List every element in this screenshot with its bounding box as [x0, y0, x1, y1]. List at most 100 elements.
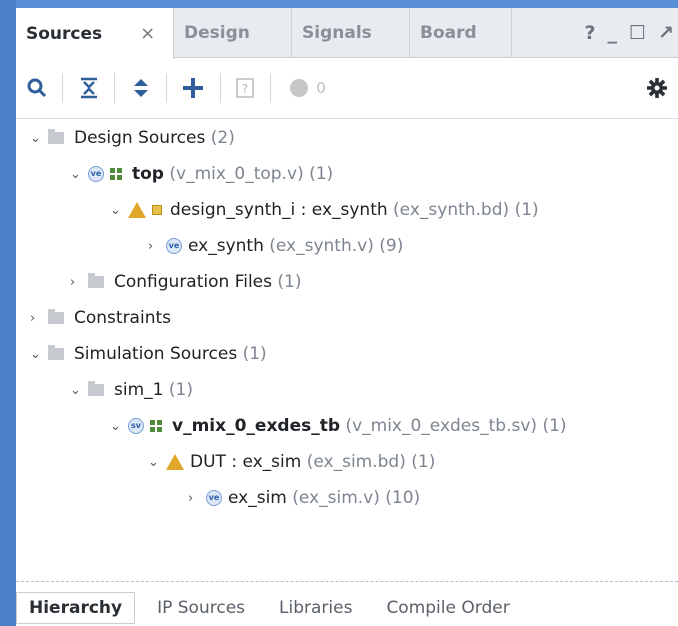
- chevron-down-icon[interactable]: ⌄: [148, 455, 166, 470]
- tree-label: ex_sim: [228, 488, 287, 508]
- chevron-down-icon[interactable]: ⌄: [110, 419, 128, 434]
- svg-text:?: ?: [242, 82, 248, 96]
- tab-signals-label: Signals: [302, 23, 372, 43]
- verilog-file-icon: ve: [166, 238, 182, 254]
- tree-node-design-sources[interactable]: ⌄ Design Sources (2): [30, 120, 235, 156]
- toolbar: ? 0: [16, 59, 678, 119]
- chevron-right-icon[interactable]: ›: [30, 311, 48, 326]
- hierarchy-icon: [150, 420, 164, 432]
- toolbar-separator: [270, 73, 271, 103]
- tree-node-sim-1[interactable]: ⌄ sim_1 (1): [70, 372, 193, 408]
- question-icon[interactable]: ?: [230, 71, 260, 105]
- bottom-tab-bar: Hierarchy IP Sources Libraries Compile O…: [16, 590, 678, 626]
- block-design-icon: [128, 202, 146, 218]
- tab-design-label: Design: [184, 23, 250, 43]
- close-icon[interactable]: ×: [140, 23, 155, 44]
- tab-signals[interactable]: Signals: [292, 8, 410, 58]
- toolbar-separator: [220, 73, 221, 103]
- tab-sources[interactable]: Sources ×: [16, 8, 174, 59]
- chevron-down-icon[interactable]: ⌄: [110, 203, 128, 218]
- verilog-file-icon: ve: [206, 490, 222, 506]
- status-circle-icon: [290, 79, 309, 97]
- expand-all-icon[interactable]: [126, 71, 156, 105]
- folder-icon: [88, 381, 104, 396]
- folder-icon: [48, 129, 64, 144]
- restore-icon[interactable]: ☐: [629, 22, 646, 44]
- tree-label: design_synth_i : ex_synth: [170, 200, 388, 220]
- status-count: 0: [316, 79, 326, 97]
- tree-label: Configuration Files: [114, 272, 272, 292]
- block-design-icon: [166, 454, 184, 470]
- tree-file: (ex_synth.bd): [393, 200, 510, 220]
- tree-file: (ex_sim.v): [292, 488, 380, 508]
- tree-node-simulation-sources[interactable]: ⌄ Simulation Sources (1): [30, 336, 267, 372]
- tree-label: DUT : ex_sim: [190, 452, 302, 472]
- toolbar-separator: [62, 73, 63, 103]
- hierarchy-icon: [110, 168, 124, 180]
- tab-bar: Sources × Design Signals Board ? _ ☐ ↗: [16, 8, 678, 59]
- bottom-divider: [16, 581, 678, 582]
- add-sources-icon[interactable]: [176, 71, 210, 105]
- tab-hierarchy[interactable]: Hierarchy: [16, 592, 136, 624]
- collapse-all-icon[interactable]: [74, 71, 104, 105]
- tree-node-ex-sim[interactable]: › ve ex_sim (ex_sim.v) (10): [188, 480, 420, 516]
- block-diagram-icon: [152, 205, 162, 215]
- tree-label: Constraints: [74, 308, 171, 328]
- tab-design[interactable]: Design: [174, 8, 292, 58]
- tab-board[interactable]: Board: [410, 8, 512, 58]
- tree-label: v_mix_0_exdes_tb: [172, 416, 341, 436]
- tree-file: (ex_sim.bd): [306, 452, 406, 472]
- tree-label: ex_synth: [188, 236, 264, 256]
- tree-node-constraints[interactable]: › Constraints: [30, 300, 171, 336]
- chevron-right-icon[interactable]: ›: [70, 275, 88, 290]
- tab-board-label: Board: [420, 23, 477, 43]
- chevron-down-icon[interactable]: ⌄: [70, 167, 88, 182]
- help-icon[interactable]: ?: [585, 22, 596, 44]
- tree-label: Design Sources: [74, 128, 206, 148]
- minimize-icon[interactable]: _: [608, 22, 618, 44]
- verilog-file-icon: ve: [88, 166, 104, 182]
- tree-count: (1): [542, 416, 567, 436]
- tab-ip-sources[interactable]: IP Sources: [145, 592, 257, 624]
- gear-icon[interactable]: [642, 71, 672, 105]
- tab-libraries[interactable]: Libraries: [267, 592, 364, 624]
- chevron-down-icon[interactable]: ⌄: [70, 383, 88, 398]
- chevron-down-icon[interactable]: ⌄: [30, 347, 48, 362]
- folder-icon: [88, 273, 104, 288]
- tree-node-dut[interactable]: ⌄ DUT : ex_sim (ex_sim.bd) (1): [148, 444, 435, 480]
- chevron-down-icon[interactable]: ⌄: [30, 131, 48, 146]
- tree-node-design-synth[interactable]: ⌄ design_synth_i : ex_synth (ex_synth.bd…: [110, 192, 539, 228]
- tab-sources-label: Sources: [26, 23, 103, 44]
- tree-count: (1): [168, 380, 193, 400]
- float-icon[interactable]: ↗: [658, 22, 674, 44]
- chevron-right-icon[interactable]: ›: [188, 491, 206, 506]
- tree-count: (1): [242, 344, 267, 364]
- tree-node-ex-synth[interactable]: › ve ex_synth (ex_synth.v) (9): [148, 228, 403, 264]
- window-top-accent: [0, 0, 678, 8]
- tree-file: (ex_synth.v): [269, 236, 374, 256]
- tree-node-config-files[interactable]: › Configuration Files (1): [70, 264, 302, 300]
- tree-label: Simulation Sources: [74, 344, 238, 364]
- chevron-right-icon[interactable]: ›: [148, 239, 166, 254]
- status-indicator: 0: [280, 71, 336, 105]
- tree-file: (v_mix_0_exdes_tb.sv): [345, 416, 538, 436]
- tree-count: (2): [210, 128, 235, 148]
- tree-label: top: [132, 164, 164, 184]
- tree-count: (1): [277, 272, 302, 292]
- tree-count: (1): [514, 200, 539, 220]
- tree-node-exdes-tb[interactable]: ⌄ sv v_mix_0_exdes_tb (v_mix_0_exdes_tb.…: [110, 408, 567, 444]
- folder-icon: [48, 345, 64, 360]
- sources-tree: ⌄ Design Sources (2) ⌄ ve top (v_mix_0_t…: [16, 120, 678, 580]
- systemverilog-file-icon: sv: [128, 418, 144, 434]
- search-icon[interactable]: [22, 71, 52, 105]
- tree-node-top[interactable]: ⌄ ve top (v_mix_0_top.v) (1): [70, 156, 333, 192]
- tree-count: (1): [411, 452, 436, 472]
- window-controls: ? _ ☐ ↗: [585, 8, 675, 58]
- tab-compile-order[interactable]: Compile Order: [374, 592, 521, 624]
- window-left-accent: [0, 0, 16, 626]
- toolbar-separator: [114, 73, 115, 103]
- tree-file: (v_mix_0_top.v): [169, 164, 304, 184]
- tree-label: sim_1: [114, 380, 164, 400]
- folder-icon: [48, 309, 64, 324]
- toolbar-separator: [166, 73, 167, 103]
